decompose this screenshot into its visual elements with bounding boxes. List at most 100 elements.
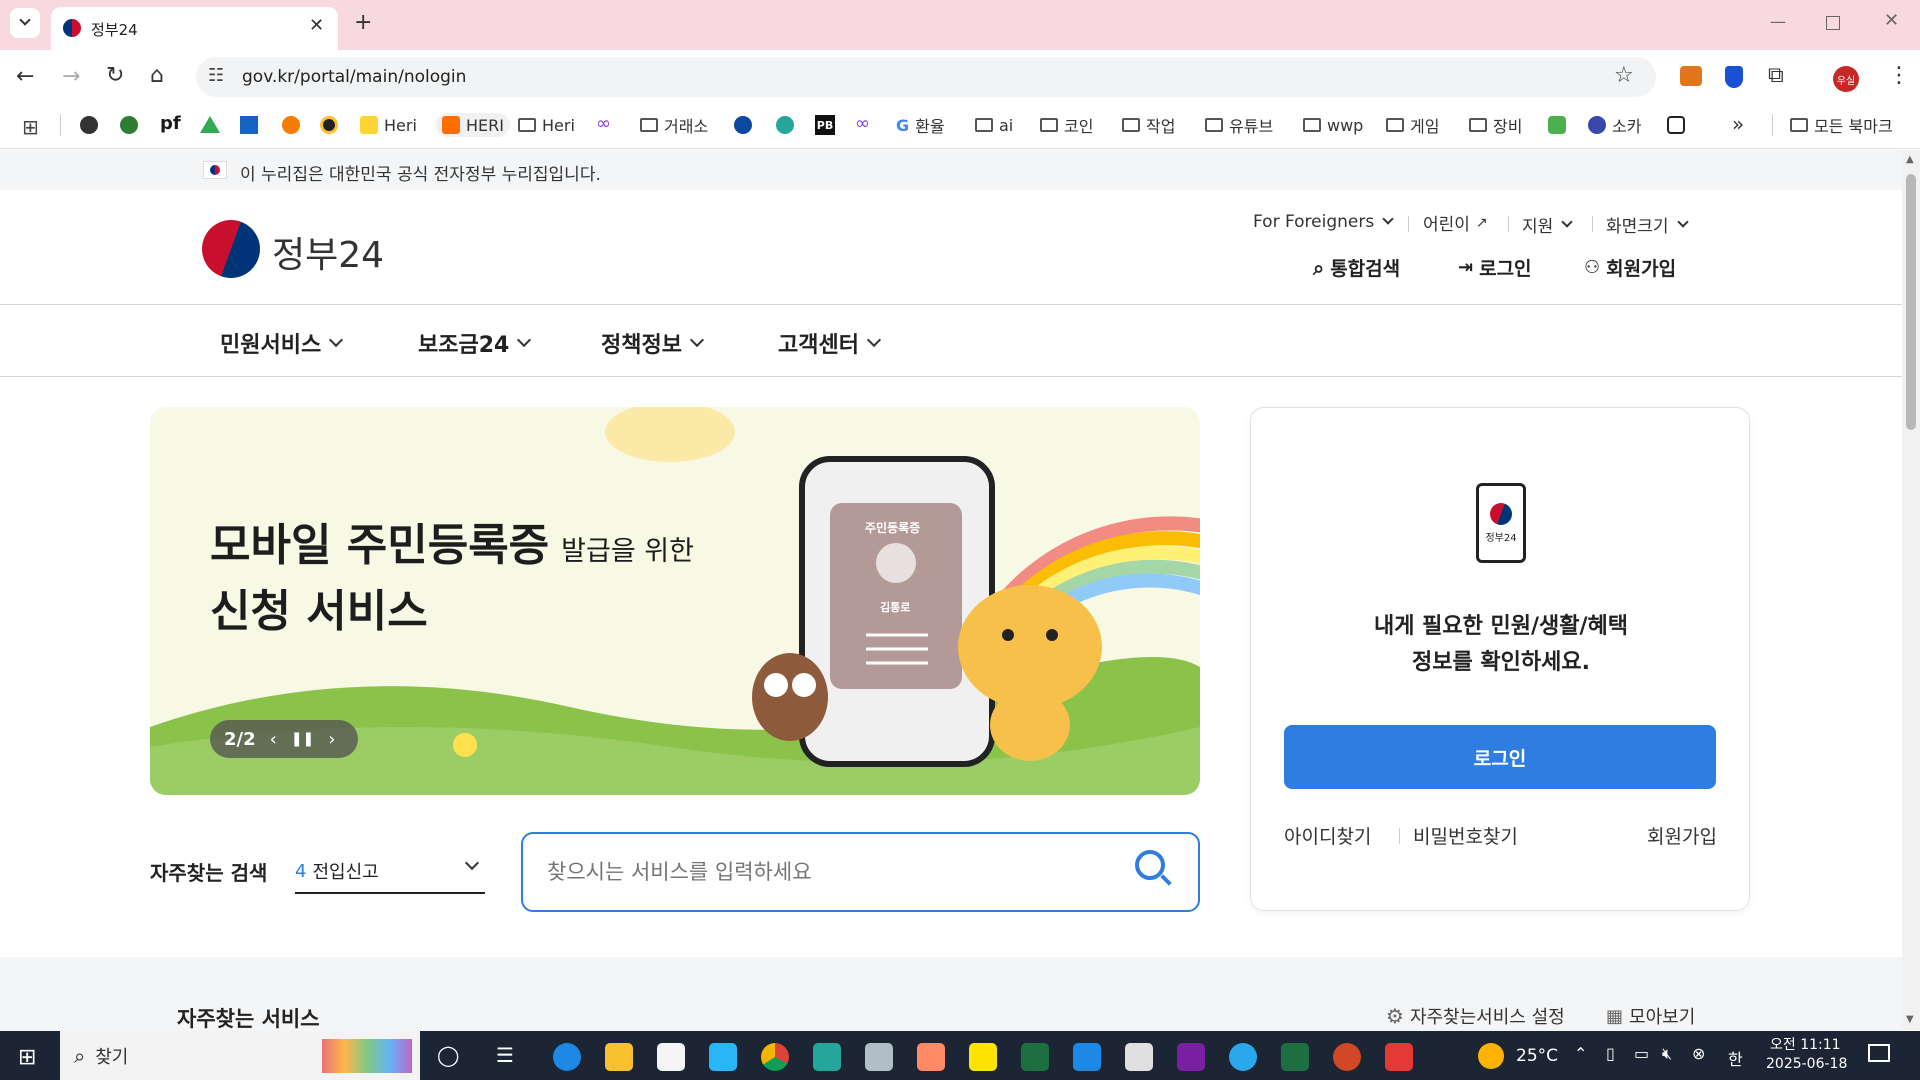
prev-slide-icon[interactable]: ‹	[270, 729, 277, 750]
leaf-icon[interactable]	[120, 116, 138, 134]
network-icon[interactable]: ▭	[1634, 1044, 1649, 1063]
more-bookmarks-icon[interactable]: »	[1732, 112, 1744, 136]
new-tab-icon[interactable]: +	[354, 10, 372, 35]
blue-grid-icon[interactable]	[240, 116, 258, 134]
forward-icon[interactable]: →	[62, 64, 80, 89]
pf-icon[interactable]: pf	[160, 113, 181, 134]
orange-icon[interactable]	[282, 116, 300, 134]
services-settings-button[interactable]: ⚙ 자주찾는서비스 설정	[1386, 1003, 1565, 1029]
site-info-icon[interactable]: ☷	[208, 65, 224, 86]
bookmark-gear[interactable]: 장비	[1469, 113, 1522, 137]
home-icon[interactable]: ⌂	[150, 63, 164, 88]
bookmark-coin[interactable]: 코인	[1040, 113, 1093, 137]
signup-link[interactable]: 회원가입	[1647, 822, 1717, 849]
powerpoint-icon[interactable]	[1333, 1043, 1361, 1071]
logo-text[interactable]: 정부24	[272, 226, 384, 278]
window-close-icon[interactable]: ✕	[1884, 10, 1899, 31]
visual-studio-icon[interactable]	[1177, 1043, 1205, 1071]
tab-search-button[interactable]	[10, 8, 40, 38]
next-slide-icon[interactable]: ›	[328, 729, 335, 750]
tray-device-icon[interactable]: ▯	[1606, 1044, 1615, 1063]
bookmark-ai[interactable]: ai	[975, 113, 1013, 137]
nav-customer-center[interactable]: 고객센터	[778, 327, 882, 359]
taskbar-search-box[interactable]: ⌕ 찾기	[60, 1031, 420, 1080]
all-bookmarks[interactable]: 모든 북마크	[1790, 113, 1893, 137]
link-purple-icon[interactable]: ∞	[596, 113, 611, 134]
bookmark-wwp[interactable]: wwp	[1303, 113, 1363, 137]
excel-icon[interactable]	[1281, 1043, 1309, 1071]
telegram-icon[interactable]	[1229, 1043, 1257, 1071]
nav-subsidy24[interactable]: 보조금24	[418, 327, 532, 359]
bookmark-game[interactable]: 게임	[1386, 113, 1439, 137]
view-all-button[interactable]: ▦ 모아보기	[1606, 1003, 1695, 1029]
frequent-search-select[interactable]: 4 전입신고	[295, 850, 485, 894]
image-viewer-icon[interactable]	[917, 1043, 945, 1071]
blue-sphere-icon[interactable]	[734, 116, 752, 134]
bookmark-exchange[interactable]: 거래소	[640, 113, 708, 137]
bookmark-heri-1[interactable]: Heri	[360, 113, 417, 137]
login-button[interactable]: 로그인	[1284, 725, 1716, 789]
nav-policy-info[interactable]: 정책정보	[601, 327, 705, 359]
bookmark-heri-3[interactable]: Heri	[518, 113, 575, 137]
notification-icon[interactable]	[1868, 1044, 1890, 1062]
extension-fox-icon[interactable]	[1680, 66, 1702, 86]
find-password-link[interactable]: 비밀번호찾기	[1413, 822, 1518, 849]
bookmark-work[interactable]: 작업	[1122, 113, 1175, 137]
find-id-link[interactable]: 아이디찾기	[1284, 822, 1371, 849]
excel-green-icon[interactable]	[1021, 1043, 1049, 1071]
windows-start-icon[interactable]: ⊞	[18, 1045, 36, 1070]
clock-time[interactable]: 오전 11:11	[1770, 1034, 1841, 1054]
scroll-thumb[interactable]	[1906, 174, 1916, 430]
bookmark-heri-2[interactable]: HERI	[436, 113, 510, 137]
ime-indicator[interactable]: 한	[1728, 1046, 1743, 1070]
pause-icon[interactable]: ❚❚	[291, 731, 314, 747]
tab-close-icon[interactable]: ✕	[309, 15, 324, 36]
v-app-icon[interactable]	[709, 1043, 737, 1071]
widgets-icon[interactable]: ☰	[496, 1043, 514, 1067]
task-view-icon[interactable]: ◯	[437, 1043, 459, 1067]
hangul-icon[interactable]	[1073, 1043, 1101, 1071]
integrated-search-button[interactable]: ⌕ 통합검색	[1313, 254, 1400, 281]
green-square-icon[interactable]	[1548, 116, 1566, 134]
pb-icon[interactable]: PB	[815, 115, 835, 135]
main-banner[interactable]: 모바일 주민등록증 발급을 위한 신청 서비스 주민등록증 김통로 2/2 ‹ …	[150, 407, 1200, 795]
kids-link[interactable]: 어린이 ↗	[1423, 210, 1488, 236]
clock-date[interactable]: 2025-06-18	[1766, 1056, 1847, 1072]
globe-icon[interactable]	[80, 116, 98, 134]
extensions-puzzle-icon[interactable]: ⧉	[1768, 63, 1784, 88]
url-text[interactable]: gov.kr/portal/main/nologin	[242, 67, 466, 87]
volume-muted-icon[interactable]: 🔇︎	[1662, 1044, 1672, 1064]
header-signup-button[interactable]: ⚇ 회원가입	[1584, 254, 1676, 281]
maximize-icon[interactable]	[1826, 16, 1840, 30]
chrome-icon[interactable]	[761, 1043, 789, 1071]
reload-icon[interactable]: ↻	[106, 63, 124, 88]
notes-app-icon[interactable]	[865, 1043, 893, 1071]
yellow-badge-icon[interactable]	[320, 116, 338, 134]
screen-size-link[interactable]: 화면크기	[1606, 212, 1689, 237]
store-icon[interactable]	[657, 1043, 685, 1071]
apps-grid-icon[interactable]: ⊞	[22, 115, 39, 139]
bookmark-star-icon[interactable]: ☆	[1614, 63, 1634, 88]
kakaotalk-icon[interactable]	[969, 1043, 997, 1071]
extension-shield-icon[interactable]	[1725, 66, 1743, 88]
bookmark-youtube[interactable]: 유튜브	[1205, 113, 1273, 137]
service-search-box[interactable]	[521, 832, 1200, 912]
weather-icon[interactable]	[1478, 1043, 1504, 1069]
for-foreigners-link[interactable]: For Foreigners	[1253, 212, 1394, 232]
link-purple-2-icon[interactable]: ∞	[855, 113, 870, 134]
weather-temp[interactable]: 25°C	[1516, 1046, 1558, 1066]
calculator-icon[interactable]	[1125, 1043, 1153, 1071]
profile-avatar[interactable]: 우실	[1833, 66, 1859, 92]
browser-tab[interactable]: 정부24 ✕	[51, 7, 338, 50]
bookmark-socar[interactable]: 소카	[1588, 113, 1641, 137]
teal-app-icon[interactable]	[813, 1043, 841, 1071]
back-icon[interactable]: ←	[16, 64, 34, 89]
edge-icon[interactable]	[553, 1043, 581, 1071]
green-wave-icon[interactable]	[776, 116, 794, 134]
gov24-logo-icon[interactable]	[202, 220, 260, 278]
scroll-up-icon[interactable]: ▲	[1906, 154, 1914, 165]
robot-icon[interactable]	[1667, 116, 1685, 134]
status-x-icon[interactable]: ⊗	[1692, 1044, 1705, 1063]
support-link[interactable]: 지원	[1522, 212, 1573, 237]
menu-kebab-icon[interactable]: ⋮	[1888, 63, 1910, 88]
